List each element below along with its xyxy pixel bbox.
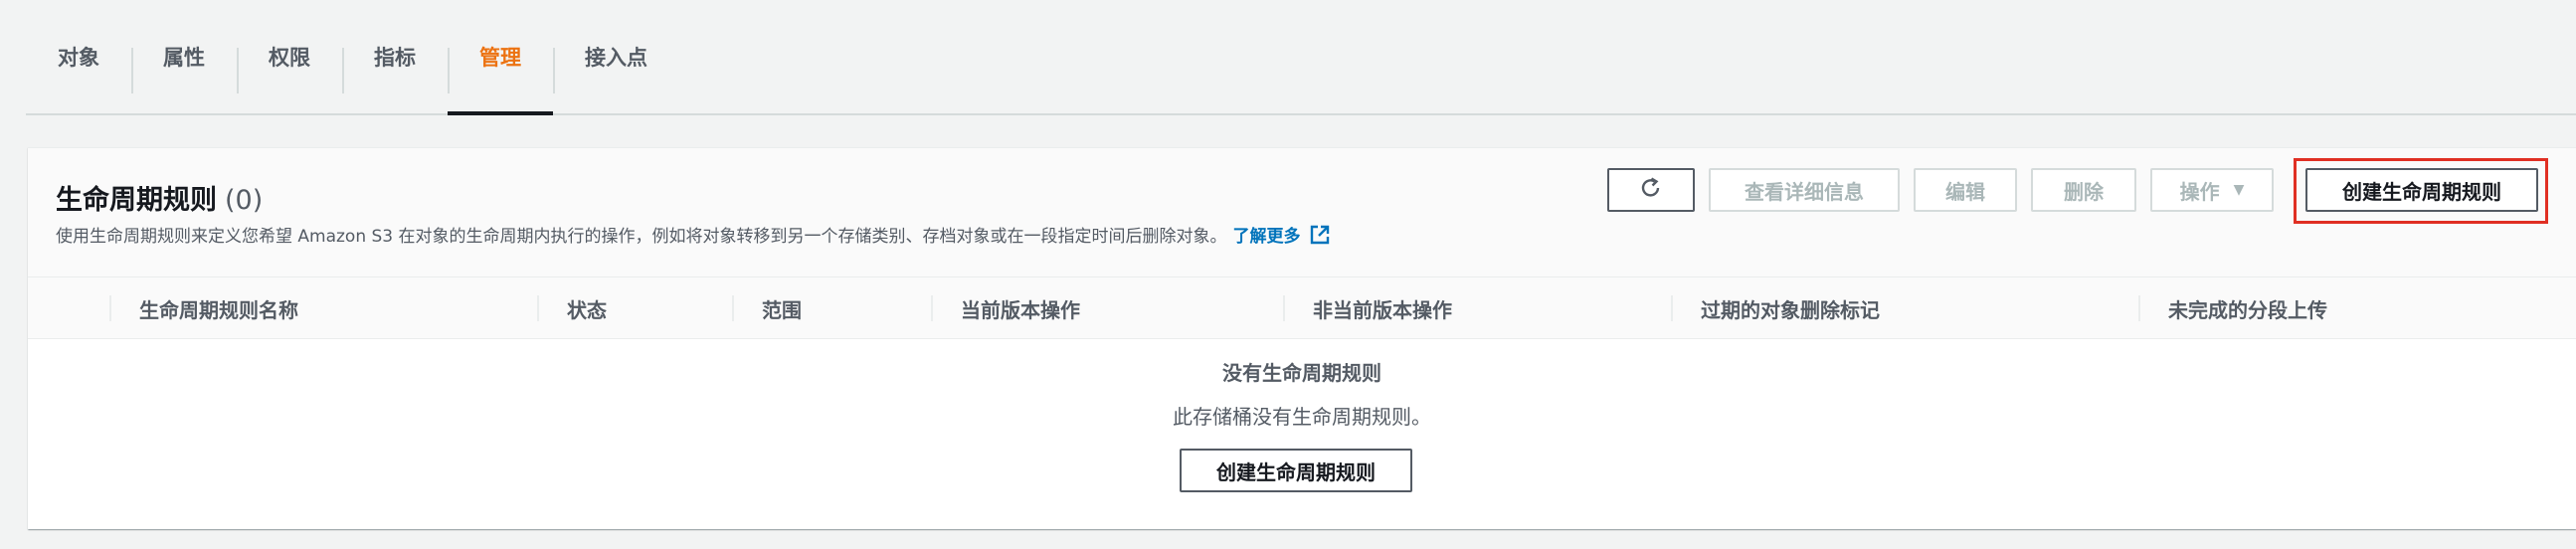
refresh-icon: [1638, 175, 1664, 206]
column-header-label: 生命周期规则名称: [139, 297, 298, 322]
empty-create-lifecycle-rule-button[interactable]: 创建生命周期规则: [1180, 449, 1412, 492]
refresh-button[interactable]: [1607, 168, 1695, 212]
column-header[interactable]: 当前版本操作: [931, 277, 1080, 339]
tab-bar: 对象 属性 权限 指标 管理 接入点: [26, 0, 2576, 115]
column-header[interactable]: 非当前版本操作: [1283, 277, 1452, 339]
column-header[interactable]: 状态: [537, 277, 607, 339]
panel-description: 使用生命周期规则来定义您希望 Amazon S3 在对象的生命周期内执行的操作，…: [56, 222, 1331, 247]
column-header-label: 状态: [567, 297, 607, 322]
edit-button[interactable]: 编辑: [1914, 168, 2017, 212]
column-separator: [537, 295, 539, 321]
empty-state-description: 此存储桶没有生命周期规则。: [1173, 405, 1431, 429]
tab-objects[interactable]: 对象: [26, 0, 131, 113]
actions-label: 操作: [2179, 179, 2220, 204]
description-text: 使用生命周期规则来定义您希望 Amazon S3 在对象的生命周期内执行的操作，…: [56, 227, 1227, 247]
lifecycle-rules-panel: 生命周期规则 (0) 使用生命周期规则来定义您希望 Amazon S3 在对象的…: [28, 147, 2576, 529]
column-header-label: 当前版本操作: [961, 297, 1080, 322]
column-separator: [1283, 295, 1285, 321]
column-header[interactable]: 未完成的分段上传: [2138, 277, 2327, 339]
column-header[interactable]: 范围: [732, 277, 802, 339]
column-separator: [109, 295, 111, 321]
column-separator: [2138, 295, 2140, 321]
create-lifecycle-rule-button[interactable]: 创建生命周期规则: [2305, 168, 2538, 212]
tab-properties[interactable]: 属性: [131, 0, 237, 113]
tab-permissions[interactable]: 权限: [237, 0, 342, 113]
tab-access-points[interactable]: 接入点: [553, 0, 679, 113]
column-header-label: 过期的对象删除标记: [1701, 297, 1880, 322]
external-link-icon[interactable]: [1309, 224, 1331, 246]
rule-count: (0): [225, 185, 264, 216]
panel-title-row: 生命周期规则 (0): [56, 178, 263, 217]
table-header: 生命周期规则名称 状态 范围 当前版本操作 非当前版本操作 过期的对象删除标记 …: [28, 277, 2576, 339]
panel-title: 生命周期规则: [56, 185, 217, 216]
column-separator: [1671, 295, 1673, 321]
learn-more-link[interactable]: 了解更多: [1233, 222, 1301, 247]
delete-button[interactable]: 删除: [2031, 168, 2136, 212]
column-separator: [931, 295, 933, 321]
column-header-label: 范围: [762, 297, 802, 322]
tab-management[interactable]: 管理: [448, 0, 553, 115]
column-header-label: 未完成的分段上传: [2168, 297, 2327, 322]
actions-dropdown[interactable]: 操作 ▼: [2150, 168, 2274, 212]
caret-down-icon: ▼: [2233, 182, 2245, 198]
panel-header: 生命周期规则 (0) 使用生命周期规则来定义您希望 Amazon S3 在对象的…: [28, 148, 2576, 277]
column-separator: [732, 295, 734, 321]
view-details-button[interactable]: 查看详细信息: [1709, 168, 1900, 212]
tab-metrics[interactable]: 指标: [342, 0, 448, 113]
column-header-label: 非当前版本操作: [1313, 297, 1452, 322]
column-header[interactable]: 生命周期规则名称: [109, 277, 298, 339]
column-header[interactable]: 过期的对象删除标记: [1671, 277, 1880, 339]
empty-state-title: 没有生命周期规则: [1222, 361, 1381, 385]
